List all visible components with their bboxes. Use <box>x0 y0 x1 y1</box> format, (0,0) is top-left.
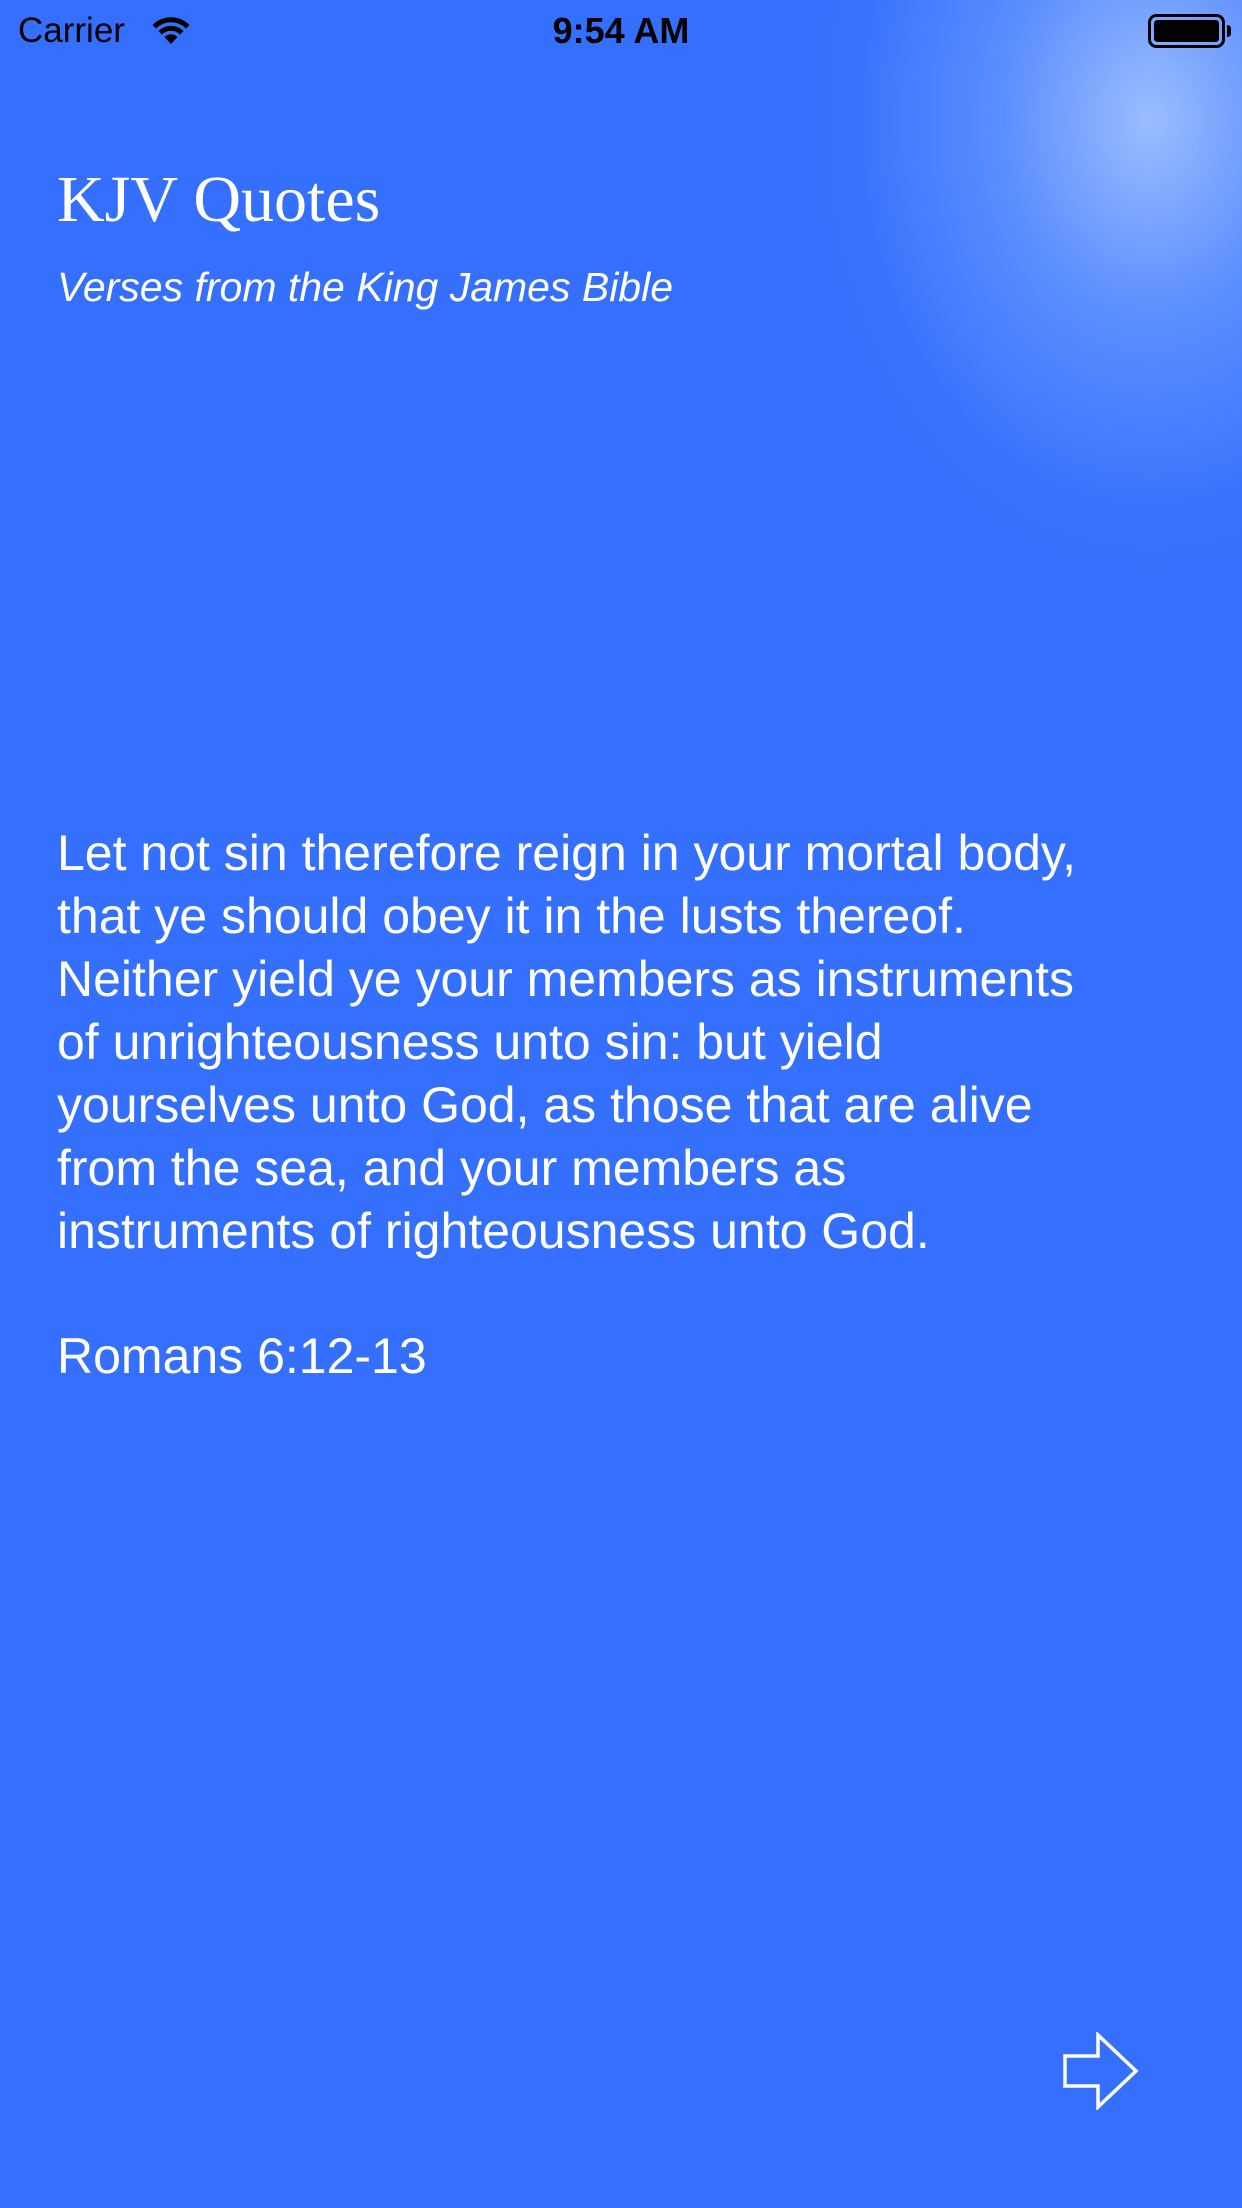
verse-line: Let not sin therefore reign in your mort… <box>57 825 1077 881</box>
app-subtitle: Verses from the King James Bible <box>57 264 674 310</box>
battery-icon <box>1148 14 1232 48</box>
next-verse-button[interactable] <box>1062 2032 1140 2110</box>
verse-reference: Romans 6:12-13 <box>57 1328 427 1384</box>
status-time: 9:54 AM <box>552 10 690 51</box>
status-bar: Carrier 9:54 AM <box>0 0 1242 60</box>
arrow-right-icon <box>1062 2032 1140 2110</box>
verse-line: of unrighteousness unto sin: but yield <box>57 1014 883 1070</box>
verse-line: instruments of righteousness unto God. <box>57 1203 930 1259</box>
verse-text: Let not sin therefore reign in your mort… <box>57 822 1207 1263</box>
verse-line: Neither yield ye your members as instrum… <box>57 951 1075 1007</box>
app-title: KJV Quotes <box>57 163 381 236</box>
verse-line: that ye should obey it in the lusts ther… <box>57 888 966 944</box>
verse-line: yourselves unto God, as those that are a… <box>57 1077 1033 1133</box>
verse-line: from the sea, and your members as <box>57 1140 847 1196</box>
